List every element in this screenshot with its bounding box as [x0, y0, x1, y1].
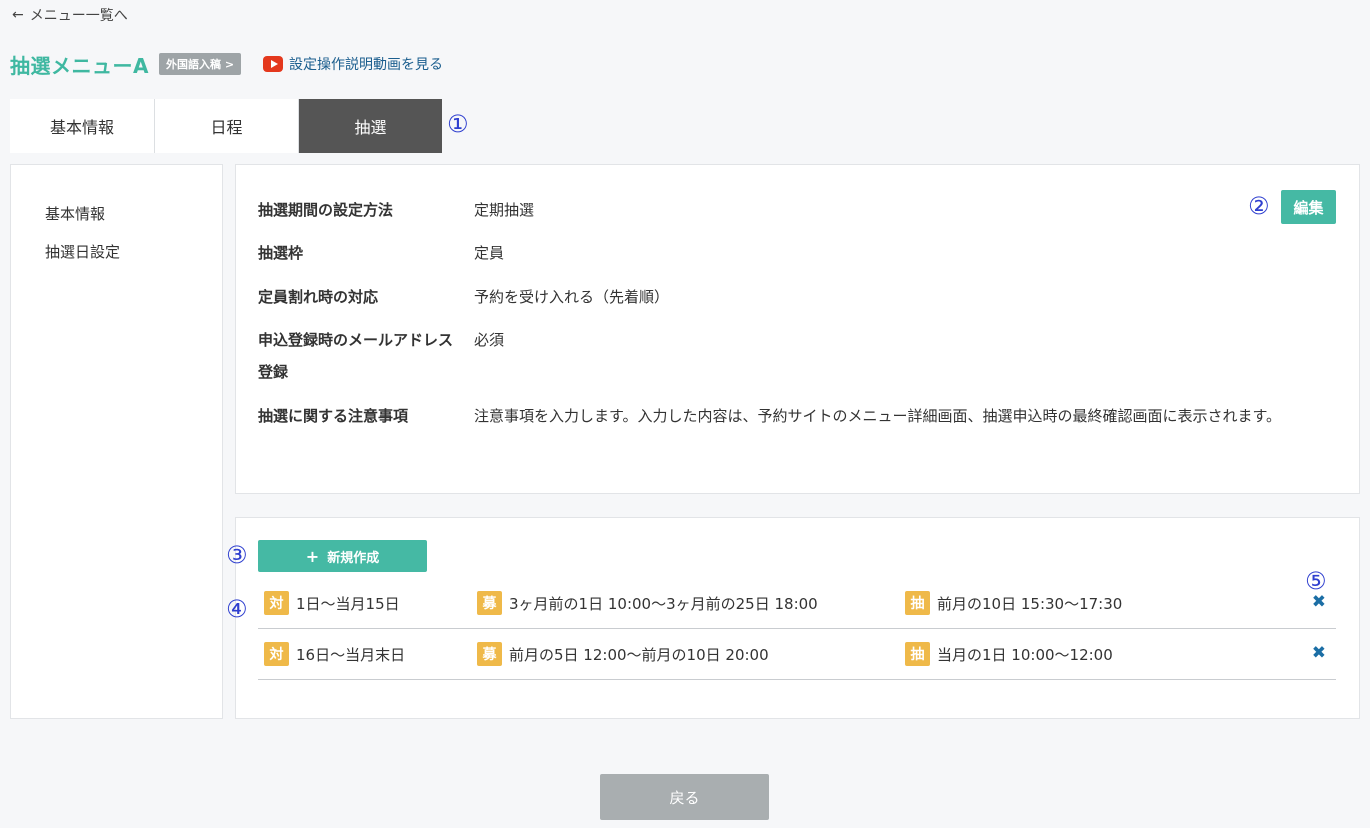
- lottery-schedule-panel: + 新規作成 対 1日〜当月15日 募 3ヶ月前の1日 10:00〜3ヶ月前の2…: [235, 517, 1360, 719]
- plus-icon: +: [305, 546, 320, 566]
- tab-basic-info[interactable]: 基本情報: [10, 99, 154, 153]
- draw-tag: 抽: [905, 591, 930, 615]
- annotation-marker-1: ①: [447, 110, 469, 138]
- target-tag: 対: [264, 591, 289, 615]
- draw-period-cell: 抽 当月の1日 10:00〜12:00: [905, 642, 1113, 666]
- back-link-label: メニュー一覧へ: [29, 8, 128, 24]
- info-value: 必須: [474, 331, 505, 349]
- target-period: 1日〜当月15日: [296, 594, 400, 613]
- draw-period: 当月の1日 10:00〜12:00: [937, 645, 1113, 664]
- info-value: 定員: [474, 244, 505, 262]
- video-guide-link[interactable]: 設定操作説明動画を見る: [263, 54, 443, 74]
- annotation-marker-3: ③: [226, 541, 248, 569]
- table-row: 対 1日〜当月15日 募 3ヶ月前の1日 10:00〜3ヶ月前の25日 18:0…: [258, 578, 1336, 629]
- annotation-marker-5: ⑤: [1305, 567, 1327, 595]
- page-title: 抽選メニューA: [10, 53, 149, 78]
- target-tag: 対: [264, 642, 289, 666]
- recruit-tag: 募: [477, 642, 502, 666]
- sidebar-item-basic-info[interactable]: 基本情報: [11, 203, 222, 241]
- draw-tag: 抽: [905, 642, 930, 666]
- video-link-label: 設定操作説明動画を見る: [289, 57, 444, 73]
- info-row: 抽選期間の設定方法 定期抽選: [258, 194, 1324, 226]
- info-label: 抽選に関する注意事項: [258, 407, 409, 425]
- recruit-period-cell: 募 3ヶ月前の1日 10:00〜3ヶ月前の25日 18:00: [477, 591, 818, 615]
- info-label: 抽選枠: [258, 244, 304, 262]
- edit-button[interactable]: 編集: [1281, 190, 1336, 224]
- info-label: 申込登録時のメールアドレス登録: [258, 331, 454, 381]
- info-row: 抽選枠 定員: [258, 237, 1324, 269]
- info-row: 申込登録時のメールアドレス登録 必須: [258, 324, 1324, 388]
- info-value: 予約を受け入れる（先着順）: [474, 288, 670, 306]
- table-row: 対 16日〜当月末日 募 前月の5日 12:00〜前月の10日 20:00 抽 …: [258, 629, 1336, 680]
- draw-period: 前月の10日 15:30〜17:30: [937, 594, 1123, 613]
- target-period-cell: 対 16日〜当月末日: [264, 642, 405, 666]
- tab-schedule[interactable]: 日程: [154, 99, 298, 153]
- page-header: 抽選メニューA 外国語入稿 > 設定操作説明動画を見る: [10, 50, 443, 78]
- target-period: 16日〜当月末日: [296, 645, 406, 664]
- delete-icon[interactable]: ✖: [1312, 643, 1326, 663]
- sidebar-item-lottery-date-settings[interactable]: 抽選日設定: [11, 241, 222, 279]
- info-value: 定期抽選: [474, 201, 535, 219]
- info-label: 抽選期間の設定方法: [258, 201, 394, 219]
- tab-bar: 基本情報 日程 抽選: [10, 99, 442, 153]
- play-video-icon: [263, 56, 284, 72]
- target-period-cell: 対 1日〜当月15日: [264, 591, 400, 615]
- info-row: 定員割れ時の対応 予約を受け入れる（先着順）: [258, 281, 1324, 313]
- arrow-left-icon: ←: [12, 7, 24, 23]
- info-row: 抽選に関する注意事項 注意事項を入力します。入力した内容は、予約サイトのメニュー…: [258, 400, 1324, 432]
- recruit-period: 前月の5日 12:00〜前月の10日 20:00: [509, 645, 769, 664]
- info-label: 定員割れ時の対応: [258, 288, 379, 306]
- recruit-period: 3ヶ月前の1日 10:00〜3ヶ月前の25日 18:00: [509, 594, 818, 613]
- create-new-button[interactable]: + 新規作成: [258, 540, 427, 572]
- foreign-language-badge[interactable]: 外国語入稿 >: [158, 53, 242, 75]
- info-value: 注意事項を入力します。入力した内容は、予約サイトのメニュー詳細画面、抽選申込時の…: [474, 407, 1282, 425]
- create-new-label: 新規作成: [327, 550, 380, 566]
- delete-icon[interactable]: ✖: [1312, 592, 1326, 612]
- annotation-marker-2: ②: [1248, 192, 1270, 220]
- lottery-settings-panel: 抽選期間の設定方法 定期抽選 抽選枠 定員 定員割れ時の対応 予約を受け入れる（…: [235, 164, 1360, 494]
- draw-period-cell: 抽 前月の10日 15:30〜17:30: [905, 591, 1122, 615]
- sidebar: 基本情報 抽選日設定: [10, 164, 223, 719]
- back-button[interactable]: 戻る: [600, 774, 769, 820]
- annotation-marker-4: ④: [226, 595, 248, 623]
- recruit-period-cell: 募 前月の5日 12:00〜前月の10日 20:00: [477, 642, 769, 666]
- tab-lottery[interactable]: 抽選: [298, 99, 442, 153]
- recruit-tag: 募: [477, 591, 502, 615]
- back-to-menu-list-link[interactable]: ← メニュー一覧へ: [12, 5, 128, 25]
